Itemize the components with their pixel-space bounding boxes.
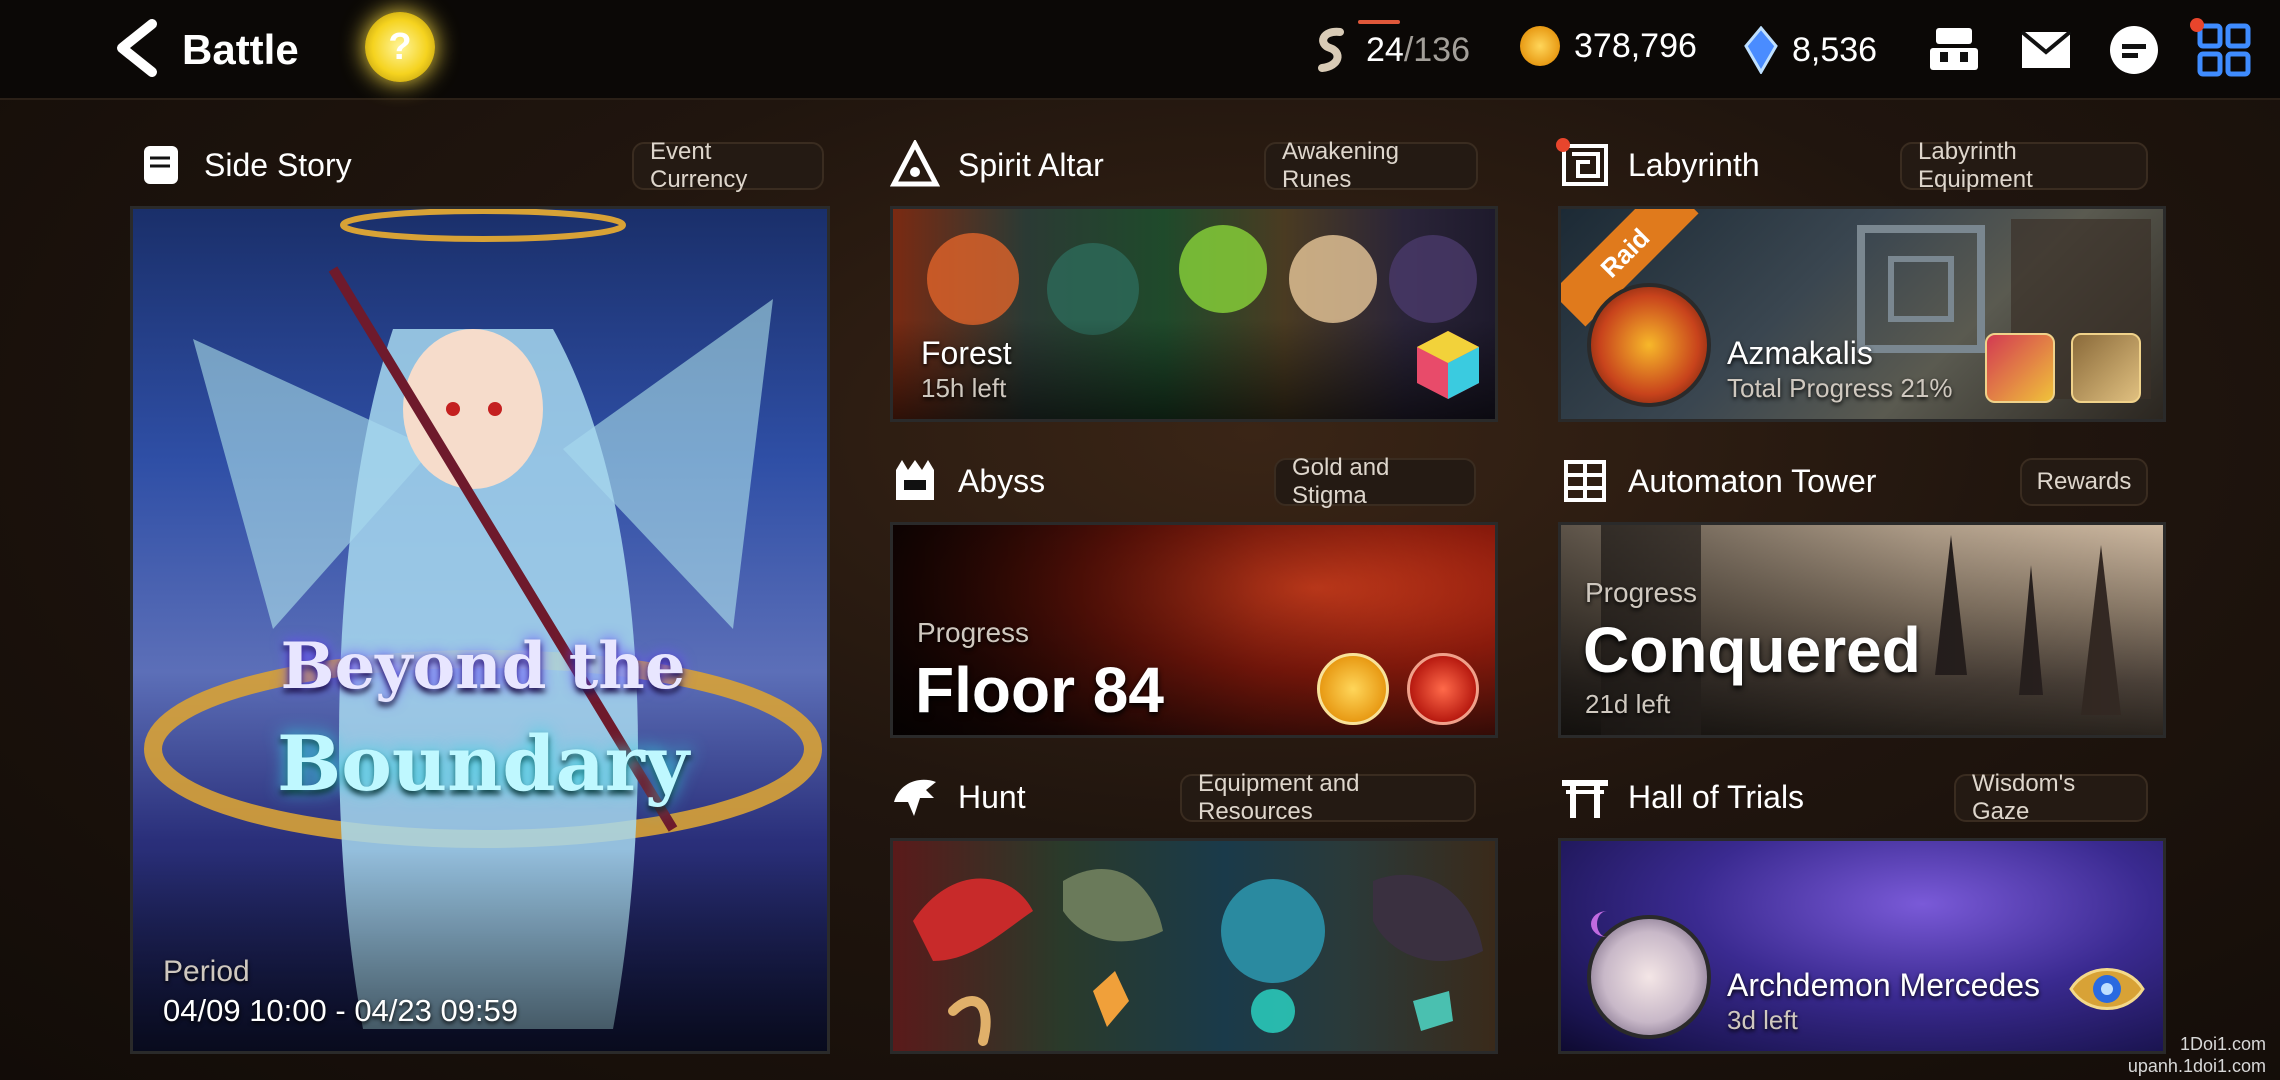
labyrinth-progress: Total Progress 21% (1727, 373, 1953, 403)
automaton-title: Automaton Tower (1628, 462, 1877, 499)
automaton-tag: Rewards (2020, 458, 2148, 506)
hunt-tag: Equipment and Resources (1180, 770, 1476, 825)
hall-of-trials-tag: Wisdom's Gaze (1954, 770, 2148, 825)
wisdoms-gaze-icon (2069, 968, 2145, 1010)
labyrinth-card[interactable]: Raid Azmakalis Total Progress 21% (1558, 206, 2166, 422)
hall-of-trials-header: Hall of Trials (1560, 772, 1804, 822)
abyss-card[interactable]: Progress Floor 84 (890, 522, 1498, 738)
period-label: Period (163, 955, 250, 988)
gold-counter: 378,796 (1520, 26, 1697, 66)
automaton-status: Conquered (1583, 614, 1921, 686)
hall-time-left: 3d left (1727, 1005, 1798, 1035)
crystal-icon (1744, 26, 1778, 74)
spirit-altar-card[interactable]: Forest 15h left (890, 206, 1498, 422)
team-icon[interactable] (1926, 22, 1982, 78)
rainbow-rune-icon (1417, 331, 1479, 399)
labyrinth-boss-name: Azmakalis (1727, 335, 1873, 371)
hall-of-trials-title: Hall of Trials (1628, 778, 1805, 815)
crystal-counter: 8,536 (1744, 26, 1877, 74)
menu-grid-icon[interactable] (2196, 22, 2252, 78)
hunt-title: Hunt (958, 778, 1026, 815)
altar-element: Forest (921, 335, 1012, 371)
hunt-card[interactable] (890, 838, 1498, 1054)
gate-icon (1562, 780, 1608, 818)
abyss-icon (896, 460, 934, 500)
gold-coin-icon (1520, 26, 1560, 66)
stamina-current: 24 (1366, 30, 1404, 69)
automaton-progress-label: Progress (1585, 577, 1698, 608)
side-story-banner[interactable]: Beyond the Boundary Period 04/09 10:00 -… (130, 206, 830, 1054)
side-story-title: Side Story (204, 146, 352, 183)
moon-icon (1591, 911, 1623, 937)
abyss-progress-label: Progress (917, 617, 1030, 648)
crystal-amount: 8,536 (1792, 30, 1878, 69)
back-arrow-icon[interactable] (108, 18, 168, 78)
stigma-reward-icon (1407, 653, 1479, 725)
page-title: Battle (182, 26, 299, 73)
help-button[interactable]: ? (365, 12, 435, 82)
chat-icon[interactable] (2106, 22, 2162, 78)
azmakalis-portrait (1587, 283, 1711, 407)
altar-time-left: 15h left (921, 373, 1007, 403)
labyrinth-notification-dot (1556, 138, 1570, 152)
hall-boss-name: Archdemon Mercedes (1727, 967, 2041, 1003)
watermark-line2: upanh.1doi1.com (2127, 1056, 2266, 1076)
notification-dot (2190, 18, 2204, 32)
gold-reward-icon (1317, 653, 1389, 725)
period-value: 04/09 10:00 - 04/23 09:59 (163, 993, 519, 1028)
automaton-time-left: 21d left (1585, 689, 1671, 719)
labyrinth-tag: Labyrinth Equipment (1900, 138, 2148, 193)
spirit-altar-header: Spirit Altar (890, 140, 1104, 190)
gold-amount: 378,796 (1574, 26, 1697, 65)
abyss-header: Abyss (890, 456, 1045, 506)
scroll-icon (144, 146, 178, 184)
side-story-tag: Event Currency (632, 138, 824, 193)
automaton-header: Automaton Tower (1560, 456, 1876, 506)
labyrinth-reward-icon-1 (1985, 333, 2055, 403)
abyss-tag: Gold and Stigma (1274, 454, 1476, 509)
hunt-header: Hunt (890, 772, 1026, 822)
automaton-card[interactable]: Progress Conquered 21d left (1558, 522, 2166, 738)
banner-title-line2: Boundary (276, 719, 690, 808)
watermark-line1: 1Doi1.com (2179, 1034, 2266, 1054)
stamina-max: /136 (1403, 30, 1471, 69)
spirit-altar-tag: Awakening Runes (1264, 138, 1478, 193)
abyss-floor: Floor 84 (915, 654, 1164, 726)
tower-icon (1564, 460, 1606, 502)
dragon-icon (894, 779, 936, 816)
labyrinth-reward-icon-2 (2071, 333, 2141, 403)
labyrinth-title: Labyrinth (1628, 146, 1760, 183)
abyss-title: Abyss (958, 462, 1046, 499)
top-bar: Battle ? 24/136 378,796 8,536 (0, 0, 2280, 100)
hall-of-trials-card[interactable]: Archdemon Mercedes 3d left (1558, 838, 2166, 1054)
altar-icon (890, 140, 940, 187)
stamina-icon (1318, 27, 1344, 72)
hunt-bosses-art (913, 869, 1483, 1046)
side-story-header: Side Story (136, 140, 352, 190)
labyrinth-header: Labyrinth (1560, 140, 1760, 190)
mail-icon[interactable] (2018, 22, 2074, 78)
banner-title-line1: Beyond the (280, 629, 686, 704)
stamina-counter: 24/136 (1312, 26, 1470, 74)
stamina-bar (1358, 20, 1400, 24)
spirit-altar-title: Spirit Altar (958, 146, 1104, 183)
